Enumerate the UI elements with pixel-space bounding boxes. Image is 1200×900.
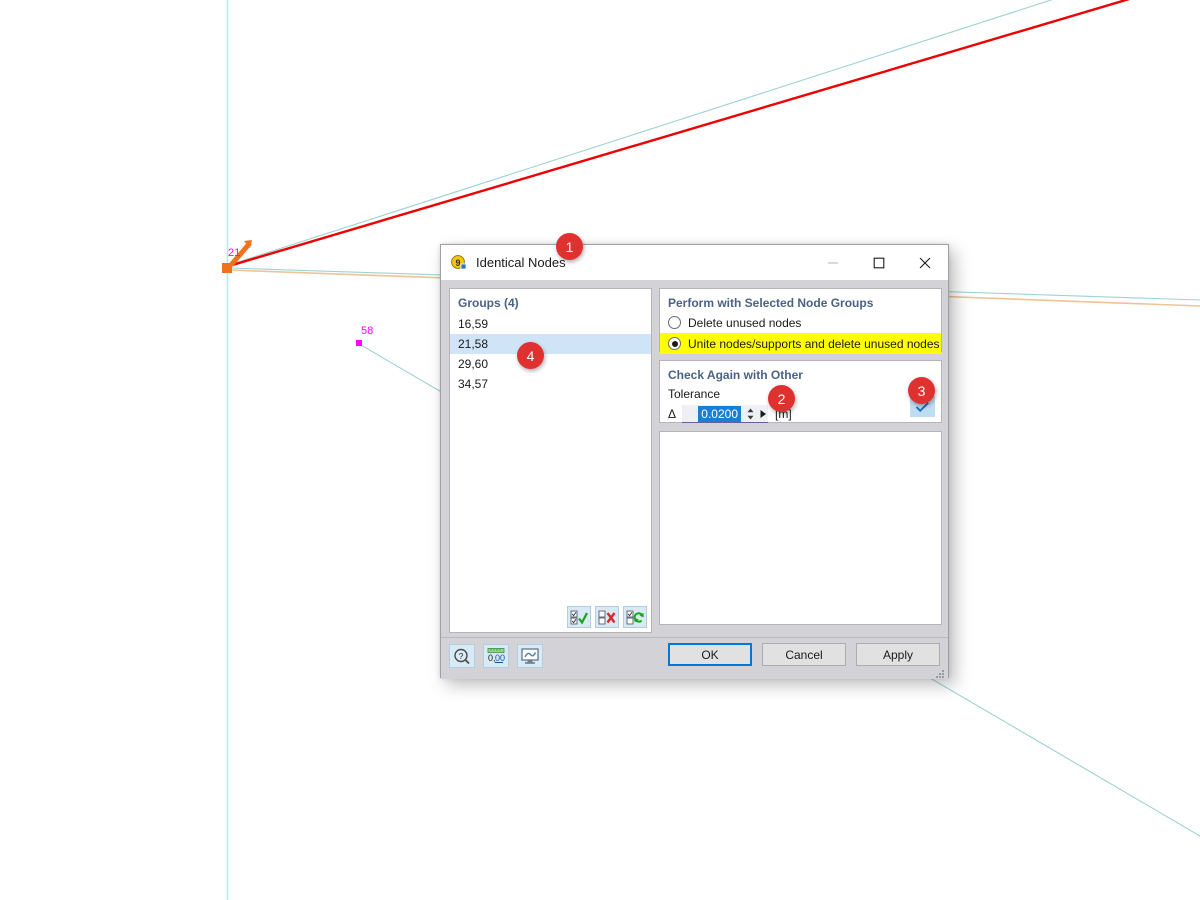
help-icon[interactable]: ? xyxy=(449,644,475,668)
perform-with-selected-node-groups-box: Perform with Selected Node Groups Delete… xyxy=(659,288,942,354)
member-red xyxy=(228,0,1131,268)
check-box-title: Check Again with Other xyxy=(668,368,803,382)
screenshot-canvas: 21 58 9 Identical Nodes Groups (4) 16,59… xyxy=(0,0,1200,900)
radio-label: Unite nodes/supports and delete unused n… xyxy=(688,336,940,351)
tolerance-row: Δ 0.0200 [m] xyxy=(660,404,941,424)
identical-nodes-dialog[interactable]: 9 Identical Nodes Groups (4) 16,59 21,58… xyxy=(440,244,949,679)
annotation-badge-1: 1 xyxy=(556,233,583,260)
select-all-icon[interactable] xyxy=(567,606,591,628)
tolerance-stepper[interactable] xyxy=(746,407,755,421)
units-decimals-icon[interactable]: 0, 00 xyxy=(483,644,509,668)
deselect-all-icon[interactable] xyxy=(595,606,619,628)
ok-button[interactable]: OK xyxy=(668,643,752,666)
annotation-badge-4: 4 xyxy=(517,342,544,369)
node-label-21: 21 xyxy=(228,247,241,259)
dialog-body: Groups (4) 16,59 21,58 29,60 34,57 Perfo… xyxy=(441,280,948,679)
node-marker-58 xyxy=(356,340,362,346)
dialog-footer: ? 0, 00 OK Cancel Apply xyxy=(441,637,948,679)
delta-symbol: Δ xyxy=(668,407,677,421)
tolerance-input[interactable]: 0.0200 xyxy=(682,405,768,423)
dlubal-app-icon: 9 xyxy=(451,254,467,271)
cancel-button[interactable]: Cancel xyxy=(762,643,846,666)
svg-text:00: 00 xyxy=(495,653,505,663)
results-panel[interactable] xyxy=(659,431,942,625)
radio-label: Delete unused nodes xyxy=(688,315,802,330)
list-item[interactable]: 21,58 xyxy=(450,334,651,354)
groups-list-toolbar xyxy=(567,606,647,628)
groups-panel[interactable]: Groups (4) 16,59 21,58 29,60 34,57 xyxy=(449,288,652,633)
tolerance-dropdown-arrow-icon[interactable] xyxy=(758,408,768,420)
radio-icon-checked xyxy=(668,337,681,350)
list-item[interactable]: 29,60 xyxy=(450,354,651,374)
node-label-58: 58 xyxy=(361,325,374,337)
display-settings-icon[interactable] xyxy=(517,644,543,668)
dialog-title: Identical Nodes xyxy=(476,255,566,270)
tolerance-value: 0.0200 xyxy=(698,405,741,422)
apply-button[interactable]: Apply xyxy=(856,643,940,666)
minimize-icon[interactable] xyxy=(810,245,856,280)
tolerance-label: Tolerance xyxy=(668,387,721,401)
node-marker-21 xyxy=(222,263,232,273)
svg-text:?: ? xyxy=(459,651,464,661)
right-column: Perform with Selected Node Groups Delete… xyxy=(659,288,942,625)
svg-text:9: 9 xyxy=(455,258,460,268)
radio-unite-nodes-supports[interactable]: Unite nodes/supports and delete unused n… xyxy=(660,333,941,354)
footer-buttons: OK Cancel Apply xyxy=(668,643,940,666)
radio-icon-unchecked xyxy=(668,316,681,329)
close-icon[interactable] xyxy=(902,245,948,280)
maximize-icon[interactable] xyxy=(856,245,902,280)
annotation-badge-3: 3 xyxy=(908,377,935,404)
window-controls xyxy=(810,245,948,280)
invert-selection-icon[interactable] xyxy=(623,606,647,628)
list-item[interactable]: 34,57 xyxy=(450,374,651,394)
perform-box-title: Perform with Selected Node Groups xyxy=(668,296,874,310)
radio-delete-unused-nodes[interactable]: Delete unused nodes xyxy=(660,312,941,333)
groups-header: Groups (4) xyxy=(458,296,519,310)
annotation-badge-2: 2 xyxy=(768,385,795,412)
resize-grip-icon[interactable] xyxy=(934,666,945,678)
dialog-titlebar[interactable]: 9 Identical Nodes xyxy=(441,245,948,280)
footer-tools: ? 0, 00 xyxy=(449,644,543,668)
check-again-with-other-box: Check Again with Other Tolerance Δ 0.020… xyxy=(659,360,942,423)
list-item[interactable]: 16,59 xyxy=(450,314,651,334)
member-teal-upper xyxy=(228,0,1053,266)
